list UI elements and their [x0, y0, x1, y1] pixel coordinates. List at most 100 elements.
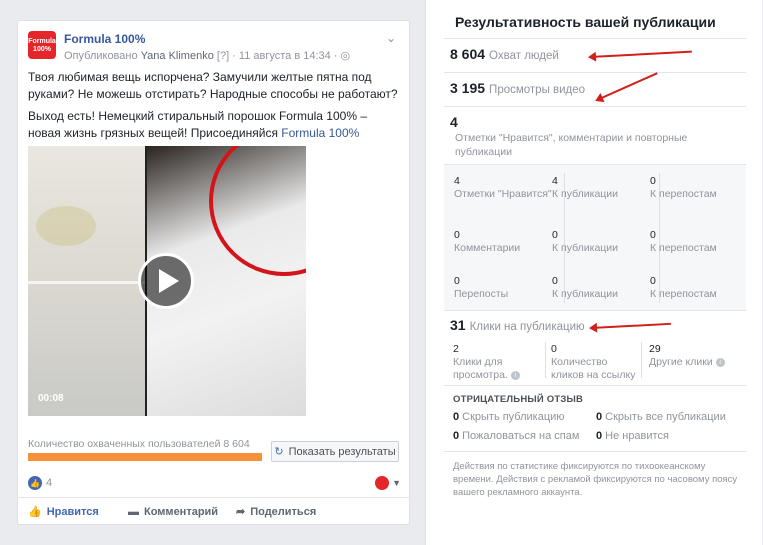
help-mark[interactable]: [?]: [217, 50, 229, 62]
reach-progress-bar: [28, 453, 262, 461]
post-actions: 👍 Нравится ▬ Комментарий ➦ Поделиться: [18, 497, 409, 525]
grid-value: 0: [454, 275, 460, 287]
engagement-value: 4: [450, 114, 458, 130]
negative-value: 0: [596, 430, 603, 442]
click-detail: 2 Клики для просмотра. i: [453, 343, 538, 382]
negative-label: Не нравится: [605, 430, 669, 442]
post-date[interactable]: 11 августа в 14:34: [239, 50, 331, 62]
engagement-breakdown-grid: 4 Отметки "Нравится" 4К публикации 0К пер…: [444, 164, 746, 311]
share-button[interactable]: ➦ Поделиться: [226, 498, 316, 525]
comment-label: Комментарий: [144, 505, 219, 518]
video-views-metric: 3 195 Просмотры видео: [450, 80, 585, 96]
show-results-label: Показать результаты: [288, 445, 396, 458]
grid-cell: 0К публикации: [552, 229, 652, 255]
author-name[interactable]: Yana Klimenko: [141, 50, 214, 62]
grid-value: 0: [552, 229, 558, 241]
facebook-post: Formula 100% Formula 100% Опубликовано Y…: [17, 20, 410, 525]
grid-value: 0: [454, 229, 460, 241]
play-icon[interactable]: [138, 253, 194, 309]
chevron-down-icon[interactable]: ⌄: [386, 31, 396, 45]
video-views-label: Просмотры видео: [489, 84, 586, 96]
click-detail-label: Клики для просмотра.: [453, 356, 508, 381]
like-label: Нравится: [46, 505, 99, 518]
clicks-value: 31: [450, 317, 466, 333]
clicks-metric: 31 Клики на публикацию: [450, 317, 585, 333]
grid-label: К перепостам: [650, 288, 717, 300]
video-duration: 00:08: [38, 393, 64, 404]
grid-cell: 0К перепостам: [650, 275, 745, 301]
red-circle-highlight: [209, 146, 306, 276]
post-header: Formula 100% Formula 100% Опубликовано Y…: [28, 31, 398, 71]
video-player[interactable]: 00:08: [28, 146, 306, 416]
negative-value: 0: [453, 430, 460, 442]
page-mention-link[interactable]: Formula 100%: [281, 126, 359, 140]
negative-label: Скрыть все публикации: [605, 411, 726, 423]
reach-label: Количество охваченных пользователей 8 60…: [28, 438, 250, 450]
page-avatar[interactable]: Formula 100%: [28, 31, 56, 59]
click-detail-value: 29: [649, 343, 661, 355]
grid-value: 0: [650, 229, 656, 241]
grid-cell: 0К перепостам: [650, 229, 745, 255]
post-paragraph-2: Выход есть! Немецкий стиральный порошок …: [28, 108, 400, 142]
grid-value: 0: [650, 175, 656, 187]
grid-cell: 4К публикации: [552, 175, 652, 201]
clicks-label: Клики на публикацию: [469, 321, 585, 333]
comment-button[interactable]: ▬ Комментарий: [118, 498, 226, 525]
video-views-value: 3 195: [450, 80, 486, 96]
reactions-summary[interactable]: 👍 4: [28, 476, 52, 490]
info-icon[interactable]: i: [715, 357, 725, 367]
click-detail-label: Другие клики: [649, 356, 713, 368]
insights-panel: Результативность вашей публикации 8 604 О…: [425, 0, 762, 545]
negative-feedback-title: ОТРИЦАТЕЛЬНЫЙ ОТЗЫВ: [453, 394, 584, 405]
negative-value: 0: [596, 411, 603, 423]
negative-label: Скрыть публикацию: [462, 411, 565, 423]
insights-title: Результативность вашей публикации: [455, 14, 716, 30]
caret-down-icon[interactable]: ▼: [392, 478, 401, 488]
grid-label: К публикации: [552, 288, 619, 300]
negative-label: Пожаловаться на спам: [462, 430, 580, 442]
share-label: Поделиться: [250, 505, 317, 518]
reach-metric-label: Охват людей: [489, 50, 559, 62]
negative-value: 0: [453, 411, 460, 423]
grid-label: К публикации: [552, 188, 619, 200]
grid-label: К перепостам: [650, 242, 717, 254]
post-text: Твоя любимая вещь испорчена? Замучили же…: [28, 69, 400, 147]
thumbs-up-icon: 👍: [28, 476, 42, 490]
grid-label: К публикации: [552, 242, 619, 254]
grid-value: 4: [552, 175, 558, 187]
grid-cell: 4 Отметки "Нравится": [454, 175, 554, 201]
grid-cell: 0К перепостам: [650, 175, 745, 201]
page-name-link[interactable]: Formula 100%: [64, 32, 145, 46]
click-detail: 29 Другие клики i: [649, 343, 744, 369]
thumbs-up-icon: 👍: [28, 506, 42, 518]
click-detail-label: Количество кликов на ссылку: [551, 356, 636, 381]
page-selector-avatar[interactable]: [375, 476, 389, 490]
reach-metric: 8 604 Охват людей: [450, 46, 559, 62]
reach-value: 8 604: [450, 46, 486, 62]
refresh-icon: ↻: [274, 446, 284, 458]
info-icon[interactable]: i: [510, 370, 520, 380]
video-frame-left: [28, 146, 145, 416]
grid-cell: 0К публикации: [552, 275, 652, 301]
grid-cell: 0 Перепосты: [454, 275, 554, 301]
click-detail-value: 0: [551, 343, 557, 355]
post-meta: Опубликовано Yana Klimenko [?] · 11 авгу…: [64, 50, 351, 62]
show-results-button[interactable]: ↻ Показать результаты: [271, 441, 399, 462]
grid-value: 4: [454, 175, 460, 187]
grid-value: 0: [650, 275, 656, 287]
comment-icon: ▬: [128, 505, 139, 518]
published-prefix: Опубликовано: [64, 50, 138, 62]
click-detail-value: 2: [453, 343, 459, 355]
grid-label: Комментарии: [454, 242, 521, 254]
like-button[interactable]: 👍 Нравится: [18, 498, 118, 525]
click-detail: 0 Количество кликов на ссылку: [551, 343, 641, 382]
engagement-label: Отметки "Нравится", комментарии и повтор…: [455, 132, 688, 158]
likes-count: 4: [46, 477, 53, 489]
share-icon: ➦: [236, 506, 246, 518]
negative-item: 0 Скрыть все публикации: [596, 411, 726, 423]
grid-cell: 0 Комментарии: [454, 229, 554, 255]
reach-progress-fill: [28, 453, 262, 461]
grid-label: К перепостам: [650, 188, 717, 200]
negative-item: 0 Пожаловаться на спам: [453, 430, 579, 442]
grid-label: Отметки "Нравится": [454, 188, 552, 200]
